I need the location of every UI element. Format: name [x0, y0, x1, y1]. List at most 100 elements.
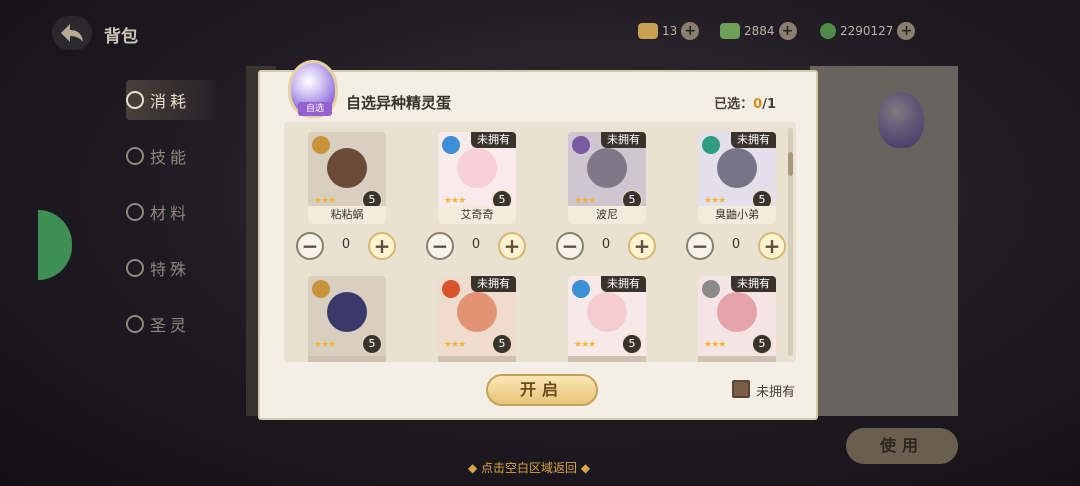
star-rating: ★★★: [704, 340, 726, 350]
increase-button[interactable]: +: [628, 232, 656, 260]
currency-value: 2290127: [840, 24, 894, 38]
quantity-stepper: − 0 +: [296, 232, 396, 262]
egg-tag: 自选: [298, 102, 332, 116]
selected-label: 已选：: [714, 97, 754, 112]
sidebar-item-consumables[interactable]: 消耗: [126, 80, 216, 120]
sidebar-item-holy[interactable]: 圣灵: [126, 304, 216, 344]
pet-name: 粘粘蜗: [308, 206, 386, 224]
increase-button[interactable]: +: [498, 232, 526, 260]
decrease-button[interactable]: −: [686, 232, 714, 260]
not-owned-tag: 未拥有: [601, 132, 646, 148]
decrease-button[interactable]: −: [426, 232, 454, 260]
sidebar-item-label: 消耗: [150, 92, 191, 111]
star-rating: ★★★: [314, 340, 336, 350]
currency-value: 2884: [744, 24, 775, 38]
normal-element-icon: [702, 280, 720, 298]
pet-card[interactable]: 未拥有 ★★★ 5: [438, 276, 516, 362]
category-icon: [126, 203, 144, 221]
pet-image: [587, 292, 627, 332]
pet-card[interactable]: 未拥有 ★★★ 5 波尼: [568, 132, 646, 224]
coin-icon: [820, 23, 836, 39]
not-owned-tag: 未拥有: [471, 276, 516, 292]
page-title: 背包: [104, 27, 138, 47]
add-currency-button[interactable]: +: [778, 22, 797, 40]
increase-button[interactable]: +: [758, 232, 786, 260]
star-rating: ★★★: [574, 196, 596, 206]
pet-image: [327, 148, 367, 188]
level-badge: 5: [362, 334, 382, 354]
currency-green-gem: 2884 +: [720, 20, 797, 42]
pet-card[interactable]: 未拥有 ★★★ 5: [568, 276, 646, 362]
currency-value: 13: [662, 24, 678, 38]
select-egg-dialog: 自选 自选异种精灵蛋 已选：0/1 ★★★ 5 粘粘蜗 未拥有 ★★★ 5 艾奇…: [258, 60, 818, 420]
pet-image: [717, 292, 757, 332]
not-owned-tag: 未拥有: [731, 132, 776, 148]
pet-image: [587, 148, 627, 188]
pet-card[interactable]: ★★★ 5: [308, 276, 386, 362]
decrease-button[interactable]: −: [556, 232, 584, 260]
category-icon: [126, 147, 144, 165]
open-button[interactable]: 开启: [486, 374, 598, 406]
dark-element-icon: [572, 136, 590, 154]
pet-card[interactable]: 未拥有 ★★★ 5 艾奇奇: [438, 132, 516, 224]
scrollbar-thumb[interactable]: [788, 152, 793, 176]
star-rating: ★★★: [444, 196, 466, 206]
increase-button[interactable]: +: [368, 232, 396, 260]
currency-coin: 2290127 +: [820, 20, 916, 42]
sidebar-item-special[interactable]: 特殊: [126, 248, 216, 288]
fire-element-icon: [442, 280, 460, 298]
sidebar-item-label: 圣灵: [150, 316, 191, 335]
pet-card[interactable]: ★★★ 5 粘粘蜗: [308, 132, 386, 224]
pet-list[interactable]: ★★★ 5 粘粘蜗 未拥有 ★★★ 5 艾奇奇 未拥有 ★★★ 5 波尼 未拥有…: [284, 122, 796, 362]
not-owned-tag: 未拥有: [731, 276, 776, 292]
side-activity-tab[interactable]: [38, 210, 72, 280]
currency-gold-ticket: 13 +: [638, 20, 700, 42]
sidebar-item-skills[interactable]: 技能: [126, 136, 216, 176]
quantity-value: 0: [731, 237, 741, 252]
pet-card[interactable]: 未拥有 ★★★ 5 臭鼬小弟: [698, 132, 776, 224]
level-badge: 5: [752, 334, 772, 354]
add-currency-button[interactable]: +: [897, 22, 916, 40]
water-element-icon: [442, 136, 460, 154]
pet-image: [327, 292, 367, 332]
tap-blank-to-return-hint: ◆ 点击空白区域返回 ◆: [468, 461, 591, 475]
not-owned-filter-label: 未拥有: [756, 385, 796, 400]
quantity-stepper: − 0 +: [556, 232, 656, 262]
not-owned-tag: 未拥有: [471, 132, 516, 148]
gold-element-icon: [312, 280, 330, 298]
selected-counter: 已选：0/1: [714, 93, 776, 112]
pet-image: [457, 292, 497, 332]
level-badge: 5: [492, 334, 512, 354]
selected-total: /1: [762, 97, 776, 112]
back-arrow-icon: [61, 24, 83, 42]
pet-card[interactable]: 未拥有 ★★★ 5: [698, 276, 776, 362]
gold-element-icon: [312, 136, 330, 154]
quantity-value: 0: [601, 237, 611, 252]
star-rating: ★★★: [704, 196, 726, 206]
add-currency-button[interactable]: +: [681, 22, 700, 40]
category-icon: [126, 259, 144, 277]
category-icon: [126, 91, 144, 109]
use-button[interactable]: 使用: [846, 428, 958, 464]
item-detail-panel: [810, 66, 958, 416]
pet-name: 艾奇奇: [438, 206, 516, 224]
gem-icon: [720, 23, 740, 39]
category-icon: [126, 315, 144, 333]
quantity-stepper: − 0 +: [686, 232, 786, 262]
decrease-button[interactable]: −: [296, 232, 324, 260]
sidebar-item-label: 特殊: [150, 260, 191, 279]
not-owned-filter-checkbox[interactable]: [732, 380, 750, 398]
quantity-value: 0: [471, 237, 481, 252]
back-button[interactable]: [52, 16, 92, 50]
ticket-icon: [638, 23, 658, 39]
pet-image: [717, 148, 757, 188]
quantity-stepper: − 0 +: [426, 232, 526, 262]
water-element-icon: [572, 280, 590, 298]
sidebar-item-label: 材料: [150, 204, 191, 223]
level-badge: 5: [622, 334, 642, 354]
pet-name: 臭鼬小弟: [698, 206, 776, 224]
sidebar-item-materials[interactable]: 材料: [126, 192, 216, 232]
pet-name: 波尼: [568, 206, 646, 224]
quantity-value: 0: [341, 237, 351, 252]
not-owned-tag: 未拥有: [601, 276, 646, 292]
